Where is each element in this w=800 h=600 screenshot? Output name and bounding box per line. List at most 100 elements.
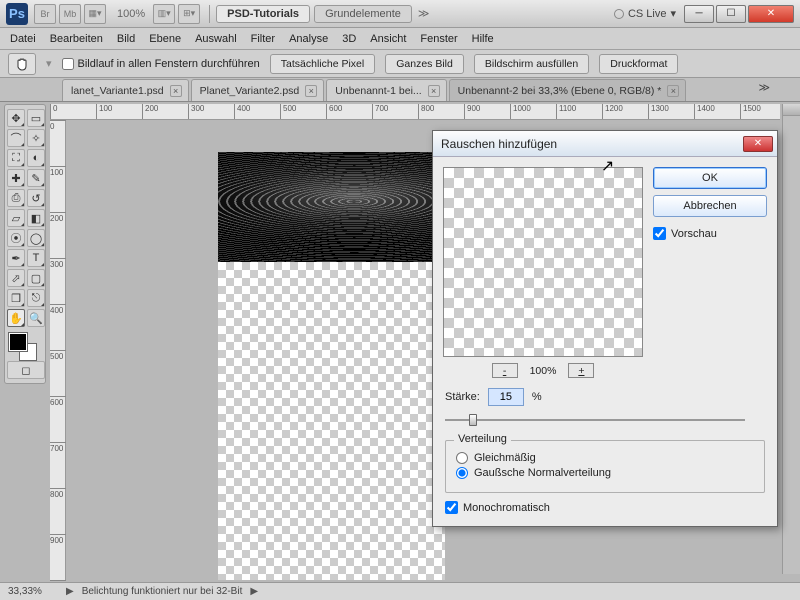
document-tab[interactable]: lanet_Variante1.psd ×: [62, 79, 189, 101]
tabs-overflow-icon[interactable]: ≫: [758, 81, 770, 94]
eraser-tool[interactable]: ▱: [7, 209, 25, 227]
tab-label: Unbenannt-1 bei...: [335, 85, 421, 97]
cancel-button[interactable]: Abbrechen: [653, 195, 767, 217]
menu-auswahl[interactable]: Auswahl: [195, 33, 237, 45]
menu-fenster[interactable]: Fenster: [420, 33, 457, 45]
monochromatic-label: Monochromatisch: [463, 502, 550, 514]
panel-dock-collapsed[interactable]: [782, 104, 800, 574]
dialog-title: Rauschen hinzufügen: [441, 137, 557, 151]
strength-input[interactable]: [488, 388, 524, 406]
move-tool[interactable]: ✥: [7, 109, 25, 127]
fill-screen-button[interactable]: Bildschirm ausfüllen: [474, 54, 589, 74]
pen-tool[interactable]: ✒: [7, 249, 25, 267]
bridge-button[interactable]: Br: [34, 4, 56, 24]
window-maximize-button[interactable]: ☐: [716, 5, 746, 23]
history-brush-tool[interactable]: ↺: [27, 189, 45, 207]
strength-slider[interactable]: [445, 412, 745, 428]
document-tabs: lanet_Variante1.psd × Planet_Variante2.ps…: [0, 78, 800, 102]
preview-zoom-label: 100%: [530, 365, 557, 377]
slider-thumb[interactable]: [469, 414, 477, 426]
preview-checkbox[interactable]: Vorschau: [653, 227, 767, 240]
fit-screen-button[interactable]: Ganzes Bild: [385, 54, 464, 74]
3d-camera-tool[interactable]: ⎋: [27, 289, 45, 307]
radio-uniform[interactable]: Gleichmäßig: [456, 452, 754, 464]
document-tab[interactable]: Planet_Variante2.psd×: [191, 79, 325, 101]
menu-bild[interactable]: Bild: [117, 33, 135, 45]
shape-tool[interactable]: ▢: [27, 269, 45, 287]
blur-tool[interactable]: ⦿: [7, 229, 25, 247]
options-bar: ▾ Bildlauf in allen Fenstern durchführen…: [0, 50, 800, 78]
scroll-all-windows-checkbox[interactable]: Bildlauf in allen Fenstern durchführen: [62, 58, 260, 70]
screen-mode-button[interactable]: ▦▾: [84, 4, 106, 24]
hand-tool[interactable]: ✋: [7, 309, 25, 327]
status-arrow-icon[interactable]: ▶: [66, 586, 74, 597]
current-tool-hand-icon[interactable]: [8, 53, 36, 75]
type-tool[interactable]: T: [27, 249, 45, 267]
gradient-tool[interactable]: ◧: [27, 209, 45, 227]
monochromatic-checkbox[interactable]: Monochromatisch: [445, 501, 765, 514]
workspace-psd-tutorials[interactable]: PSD-Tutorials: [216, 5, 310, 23]
dialog-close-button[interactable]: ✕: [743, 136, 773, 152]
workspace-more-icon[interactable]: ≫: [418, 7, 430, 20]
menu-3d[interactable]: 3D: [342, 33, 356, 45]
dialog-preview-box[interactable]: [443, 167, 643, 357]
healing-tool[interactable]: ✚: [7, 169, 25, 187]
actual-pixels-button[interactable]: Tatsächliche Pixel: [270, 54, 375, 74]
foreground-color-swatch[interactable]: [9, 333, 27, 351]
app-logo-icon: Ps: [6, 3, 28, 25]
workspace-grundelemente[interactable]: Grundelemente: [314, 5, 412, 23]
cs-live-button[interactable]: CS Live ▾: [614, 7, 676, 20]
menu-hilfe[interactable]: Hilfe: [472, 33, 494, 45]
dodge-tool[interactable]: ◯: [27, 229, 45, 247]
crop-tool[interactable]: ⛶: [7, 149, 25, 167]
marquee-tool[interactable]: ▭: [27, 109, 45, 127]
document-tab-active[interactable]: Unbenannt-2 bei 33,3% (Ebene 0, RGB/8) *…: [449, 79, 687, 101]
dialog-titlebar[interactable]: Rauschen hinzufügen ✕: [433, 131, 777, 157]
tab-label: lanet_Variante1.psd: [71, 85, 164, 97]
stamp-tool[interactable]: ⎙: [7, 189, 25, 207]
minibridge-button[interactable]: Mb: [59, 4, 81, 24]
zoom-tool[interactable]: 🔍: [27, 309, 45, 327]
menu-bar: Datei Bearbeiten Bild Ebene Auswahl Filt…: [0, 28, 800, 50]
3d-tool[interactable]: ❒: [7, 289, 25, 307]
menu-filter[interactable]: Filter: [251, 33, 275, 45]
close-tab-icon[interactable]: ×: [305, 85, 317, 97]
close-tab-icon[interactable]: ×: [170, 85, 182, 97]
path-select-tool[interactable]: ⬀: [7, 269, 25, 287]
status-arrow-icon[interactable]: ▶: [250, 586, 258, 597]
arrange-docs-button[interactable]: ▥▾: [153, 4, 175, 24]
status-note: Belichtung funktioniert nur bei 32-Bit: [82, 586, 243, 597]
window-minimize-button[interactable]: ─: [684, 5, 714, 23]
dock-grip-icon[interactable]: [783, 104, 800, 116]
print-size-button[interactable]: Druckformat: [599, 54, 678, 74]
ok-button[interactable]: OK: [653, 167, 767, 189]
preview-zoom-out-button[interactable]: -: [492, 363, 518, 378]
document-tab[interactable]: Unbenannt-1 bei... ×: [326, 79, 446, 101]
quickmask-toggle[interactable]: ◻: [7, 361, 45, 379]
zoom-level[interactable]: 100%: [117, 8, 145, 20]
scroll-all-label: Bildlauf in allen Fenstern durchführen: [78, 58, 260, 70]
eyedropper-tool[interactable]: ◐: [27, 149, 45, 167]
close-tab-icon[interactable]: ×: [667, 85, 679, 97]
document-canvas[interactable]: [218, 152, 445, 580]
menu-ansicht[interactable]: Ansicht: [370, 33, 406, 45]
preview-zoom-in-button[interactable]: +: [568, 363, 594, 378]
menu-bearbeiten[interactable]: Bearbeiten: [50, 33, 103, 45]
brush-tool[interactable]: ✎: [27, 169, 45, 187]
color-swatches[interactable]: [7, 331, 45, 359]
extras-button[interactable]: ⊞▾: [178, 4, 200, 24]
status-bar: 33,33% ▶ Belichtung funktioniert nur bei…: [0, 582, 800, 600]
menu-ebene[interactable]: Ebene: [149, 33, 181, 45]
vertical-ruler: 01002003004005006007008009001000: [50, 120, 66, 580]
menu-analyse[interactable]: Analyse: [289, 33, 328, 45]
lasso-tool[interactable]: ⌒: [7, 129, 25, 147]
toolbox: ✥ ▭ ⌒ ✧ ⛶ ◐ ✚ ✎ ⎙ ↺ ▱ ◧ ⦿ ◯ ✒ T ⬀ ▢ ❒ ⎋ …: [4, 104, 46, 384]
preview-checkbox-label: Vorschau: [671, 228, 717, 240]
radio-gaussian[interactable]: Gaußsche Normalverteilung: [456, 467, 754, 479]
menu-datei[interactable]: Datei: [10, 33, 36, 45]
status-zoom[interactable]: 33,33%: [8, 586, 58, 597]
separator: [209, 5, 210, 23]
magic-wand-tool[interactable]: ✧: [27, 129, 45, 147]
window-close-button[interactable]: ✕: [748, 5, 794, 23]
close-tab-icon[interactable]: ×: [428, 85, 440, 97]
